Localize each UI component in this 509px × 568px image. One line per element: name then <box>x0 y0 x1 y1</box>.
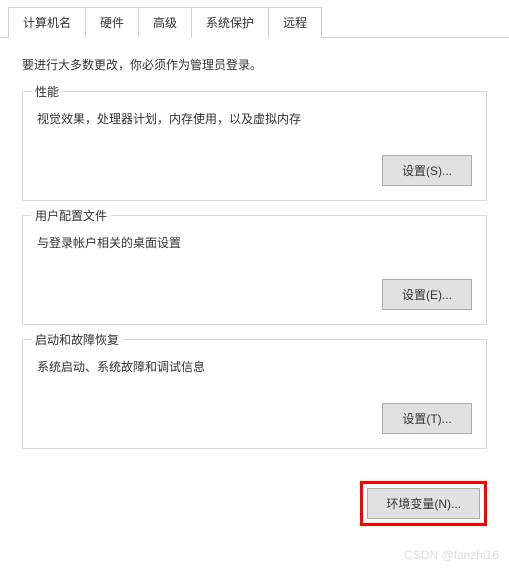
performance-settings-button[interactable]: 设置(S)... <box>382 155 472 186</box>
startup-settings-button[interactable]: 设置(T)... <box>382 403 472 434</box>
admin-notice: 要进行大多数更改，你必须作为管理员登录。 <box>22 56 487 73</box>
startup-group: 启动和故障恢复 系统启动、系统故障和调试信息 设置(T)... <box>22 339 487 449</box>
tab-system-protection[interactable]: 系统保护 <box>191 7 269 38</box>
user-profile-desc: 与登录帐户相关的桌面设置 <box>37 234 472 251</box>
tab-hardware[interactable]: 硬件 <box>85 7 139 38</box>
performance-group: 性能 视觉效果，处理器计划，内存使用，以及虚拟内存 设置(S)... <box>22 91 487 201</box>
performance-title: 性能 <box>31 83 63 100</box>
user-profile-group: 用户配置文件 与登录帐户相关的桌面设置 设置(E)... <box>22 215 487 325</box>
env-button-row: 环境变量(N)... <box>0 481 509 526</box>
startup-desc: 系统启动、系统故障和调试信息 <box>37 358 472 375</box>
tab-bar: 计算机名 硬件 高级 系统保护 远程 <box>0 0 509 38</box>
tab-advanced[interactable]: 高级 <box>138 7 192 38</box>
performance-desc: 视觉效果，处理器计划，内存使用，以及虚拟内存 <box>37 110 472 127</box>
watermark: CSDN @fanzhi16 <box>404 548 499 562</box>
user-profile-title: 用户配置文件 <box>31 207 111 224</box>
tab-computer-name[interactable]: 计算机名 <box>8 7 86 38</box>
tab-remote[interactable]: 远程 <box>268 7 322 38</box>
highlight-annotation: 环境变量(N)... <box>360 481 487 526</box>
environment-variables-button[interactable]: 环境变量(N)... <box>367 488 480 519</box>
advanced-panel: 要进行大多数更改，你必须作为管理员登录。 性能 视觉效果，处理器计划，内存使用，… <box>0 38 509 473</box>
startup-title: 启动和故障恢复 <box>31 331 123 348</box>
user-profile-settings-button[interactable]: 设置(E)... <box>382 279 472 310</box>
